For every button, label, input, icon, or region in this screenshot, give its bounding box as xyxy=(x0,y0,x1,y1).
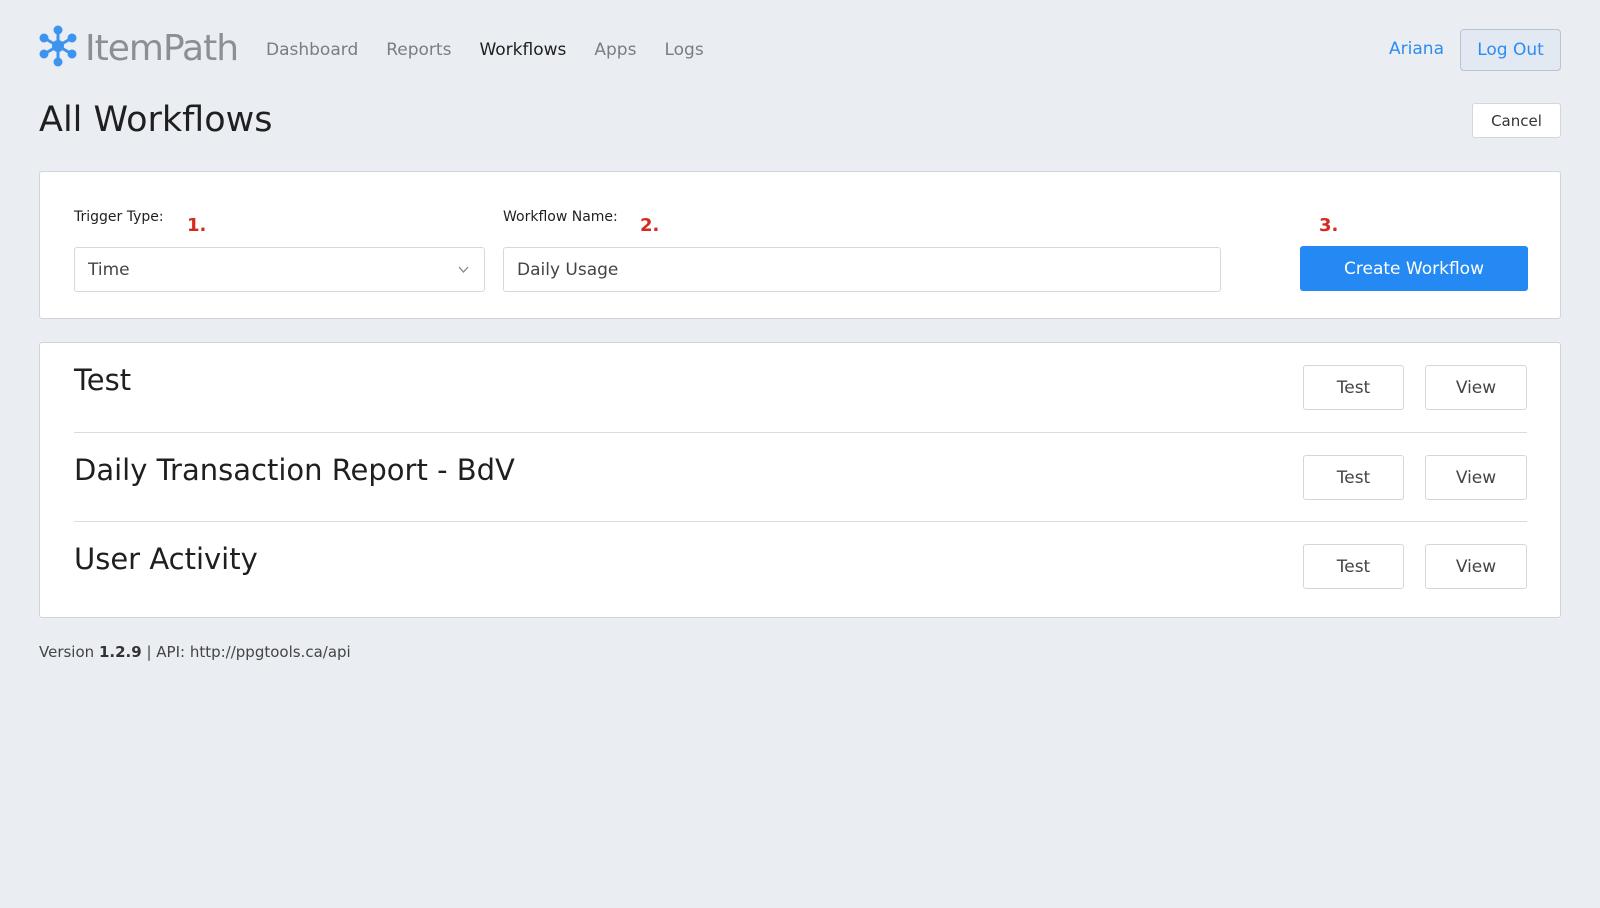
trigger-type-label: Trigger Type: xyxy=(74,209,164,225)
view-workflow-button[interactable]: View xyxy=(1425,544,1527,589)
cancel-button[interactable]: Cancel xyxy=(1472,103,1561,138)
workflow-name: Daily Transaction Report - BdV xyxy=(74,453,515,487)
workflow-row: Daily Transaction Report - BdV Test View xyxy=(74,432,1527,521)
workflow-row: Test Test View xyxy=(74,343,1527,432)
top-bar: ItemPath Dashboard Reports Workflows App… xyxy=(39,22,1561,74)
nav-apps[interactable]: Apps xyxy=(594,40,636,60)
trigger-type-select[interactable]: Time xyxy=(74,247,485,292)
logout-button[interactable]: Log Out xyxy=(1460,29,1561,71)
trigger-type-value: Time xyxy=(88,260,130,280)
itempath-logo-icon xyxy=(39,24,77,72)
workflow-name: User Activity xyxy=(74,542,258,576)
user-name-link[interactable]: Ariana xyxy=(1389,39,1444,59)
step-marker-2: 2. xyxy=(640,215,660,236)
create-workflow-panel: Trigger Type: 1. Workflow Name: 2. 3. Ti… xyxy=(39,171,1561,319)
nav-logs[interactable]: Logs xyxy=(664,40,703,60)
nav-dashboard[interactable]: Dashboard xyxy=(266,40,358,60)
view-workflow-button[interactable]: View xyxy=(1425,365,1527,410)
page-title: All Workflows xyxy=(39,100,273,140)
version-prefix: Version xyxy=(39,643,95,661)
view-workflow-button[interactable]: View xyxy=(1425,455,1527,500)
nav-reports[interactable]: Reports xyxy=(386,40,451,60)
step-marker-1: 1. xyxy=(187,215,207,236)
test-workflow-button[interactable]: Test xyxy=(1303,544,1404,589)
nav-workflows[interactable]: Workflows xyxy=(479,40,566,60)
workflow-list: Test Test View Daily Transaction Report … xyxy=(39,342,1561,618)
workflow-name: Test xyxy=(74,363,132,397)
logo-text: ItemPath xyxy=(85,27,239,69)
test-workflow-button[interactable]: Test xyxy=(1303,365,1404,410)
workflow-name-input[interactable] xyxy=(503,247,1221,292)
main-nav: Dashboard Reports Workflows Apps Logs xyxy=(266,40,732,60)
workflow-row: User Activity Test View xyxy=(74,521,1527,610)
logo[interactable]: ItemPath xyxy=(39,24,239,72)
version-number: 1.2.9 xyxy=(98,643,142,661)
footer-version: Version 1.2.9 | API: http://ppgtools.ca/… xyxy=(39,643,351,661)
api-url-text: | API: http://ppgtools.ca/api xyxy=(146,643,351,661)
test-workflow-button[interactable]: Test xyxy=(1303,455,1404,500)
create-workflow-button[interactable]: Create Workflow xyxy=(1300,246,1528,291)
workflow-name-label: Workflow Name: xyxy=(503,209,618,225)
step-marker-3: 3. xyxy=(1319,215,1339,236)
chevron-down-icon xyxy=(458,266,469,273)
